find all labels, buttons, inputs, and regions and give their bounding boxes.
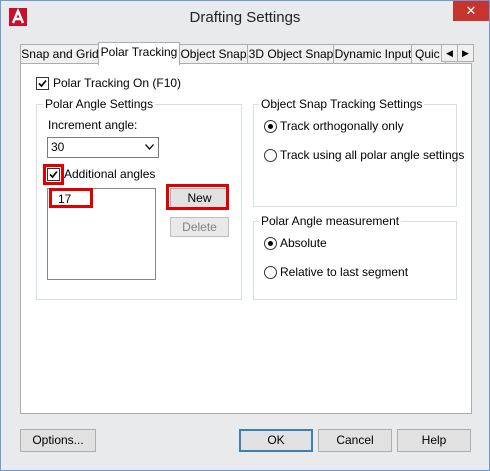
polar-angle-measurement-group: [253, 221, 457, 300]
polar-tracking-on-checkbox[interactable]: [36, 77, 49, 90]
relative-radio[interactable]: [264, 266, 277, 279]
increment-angle-label: Increment angle:: [48, 118, 138, 132]
track-all-polar-radio[interactable]: [264, 149, 277, 162]
absolute-label: Absolute: [280, 236, 327, 250]
angle-value-highlight: [49, 188, 93, 208]
track-all-polar-label: Track using all polar angle settings: [280, 148, 465, 162]
tab-3d-object-snap[interactable]: 3D Object Snap: [247, 44, 335, 64]
window-title: Drafting Settings: [189, 9, 301, 26]
tab-polar-tracking[interactable]: Polar Tracking: [98, 42, 180, 65]
tab-snap-and-grid[interactable]: Snap and Grid: [20, 44, 100, 64]
tab-scroll-left-icon[interactable]: ◀: [441, 44, 458, 62]
checkmark-icon: [38, 79, 47, 88]
tab-object-snap[interactable]: Object Snap: [178, 44, 249, 64]
tab-dynamic-input[interactable]: Dynamic Input: [333, 44, 413, 64]
polar-angle-measurement-title: Polar Angle measurement: [259, 214, 402, 228]
title-bar: Drafting Settings ✕: [1, 1, 489, 33]
polar-angle-settings-title: Polar Angle Settings: [43, 97, 156, 111]
ok-button[interactable]: OK: [239, 429, 313, 452]
delete-angle-button[interactable]: Delete: [170, 217, 229, 237]
track-orthogonally-label: Track orthogonally only: [280, 119, 404, 133]
tab-scroll-right-icon[interactable]: ▶: [457, 44, 474, 62]
additional-angles-label: Additional angles: [64, 167, 156, 181]
track-orthogonally-radio[interactable]: [264, 120, 277, 133]
polar-tracking-panel: Polar Tracking On (F10) Polar Angle Sett…: [20, 63, 472, 414]
cancel-button[interactable]: Cancel: [318, 429, 392, 452]
increment-angle-value: 30: [51, 140, 65, 154]
increment-angle-select[interactable]: 30: [47, 137, 159, 158]
new-button-highlight: [166, 184, 229, 210]
drafting-settings-dialog: Drafting Settings ✕ Snap and Grid Polar …: [0, 0, 490, 471]
polar-tracking-on-label: Polar Tracking On (F10): [53, 76, 182, 90]
relative-label: Relative to last segment: [280, 265, 409, 279]
additional-angles-highlight: [43, 164, 64, 185]
chevron-down-icon: [145, 144, 154, 150]
close-button[interactable]: ✕: [453, 1, 489, 21]
absolute-radio[interactable]: [264, 237, 277, 250]
help-button[interactable]: Help: [397, 429, 471, 452]
object-snap-tracking-title: Object Snap Tracking Settings: [259, 97, 425, 111]
options-button[interactable]: Options...: [20, 429, 96, 452]
